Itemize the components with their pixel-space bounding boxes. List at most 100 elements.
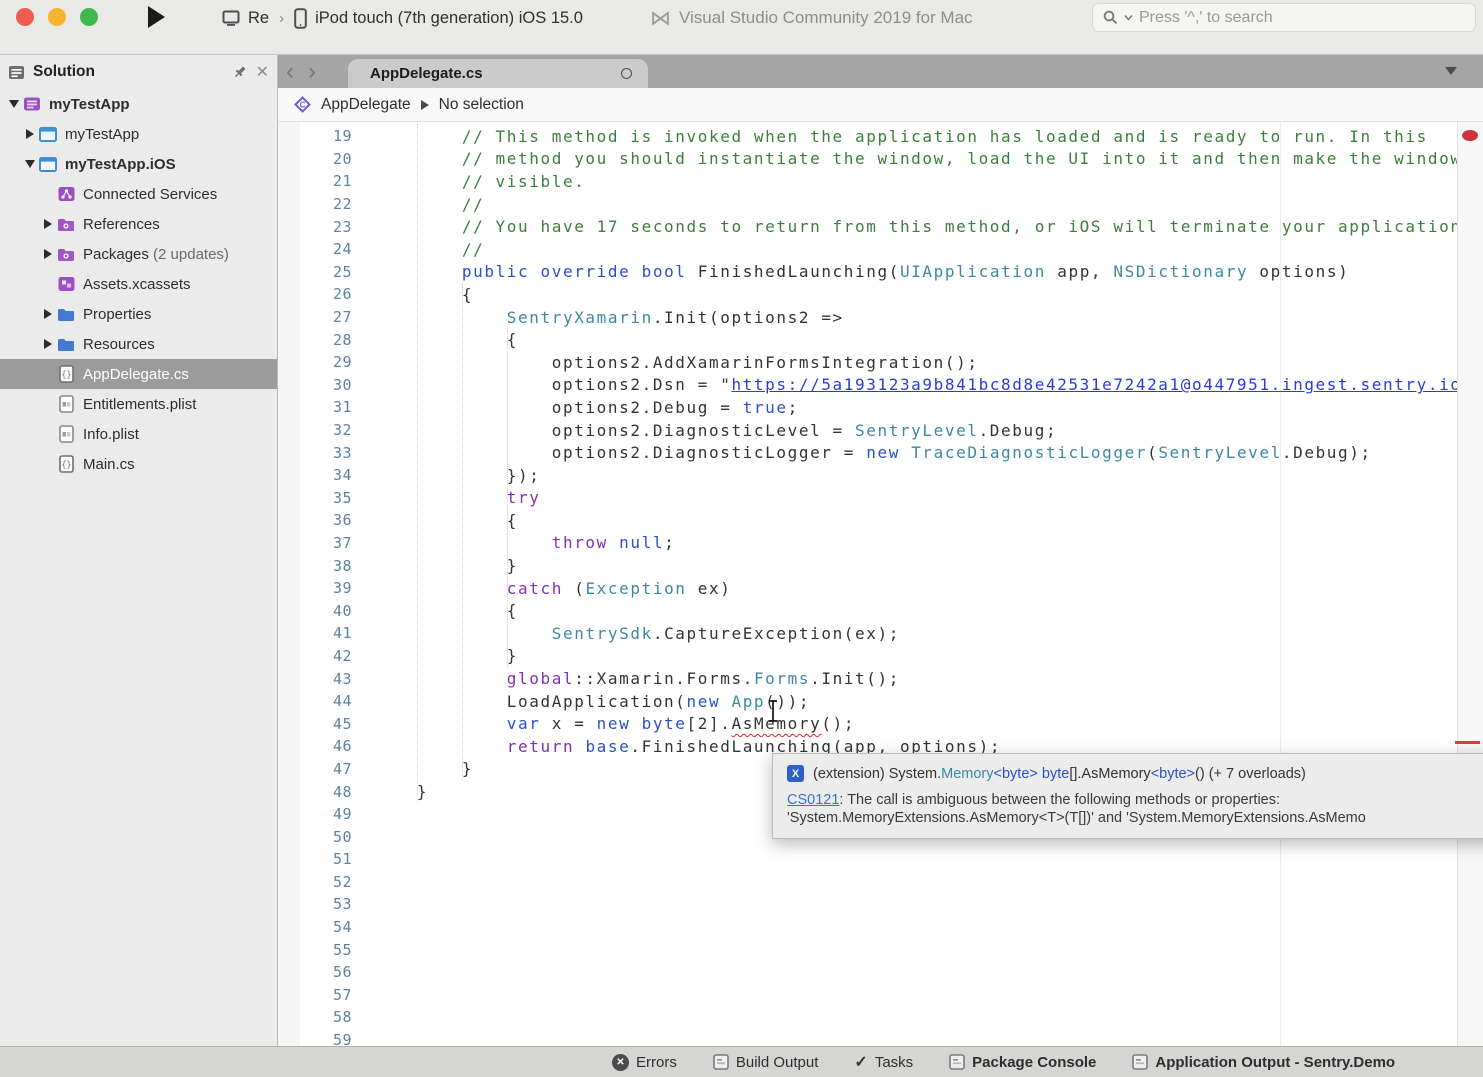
line-number[interactable]: 25: [278, 263, 352, 281]
close-window-button[interactable]: [16, 8, 34, 26]
line-number[interactable]: 20: [278, 150, 352, 168]
code-line-51[interactable]: 51: [278, 848, 1458, 871]
line-number[interactable]: 30: [278, 376, 352, 394]
disclosure-right-icon[interactable]: [22, 129, 38, 139]
navigate-forward-button[interactable]: ›: [308, 60, 316, 84]
code-line-56[interactable]: 56: [278, 961, 1458, 984]
code-line-27[interactable]: 27 SentryXamarin.Init(options2 =>: [278, 306, 1458, 329]
disclosure-down-icon[interactable]: [6, 100, 22, 108]
code-line-25[interactable]: 25 public override bool FinishedLaunchin…: [278, 261, 1458, 284]
line-number[interactable]: 31: [278, 398, 352, 416]
line-number[interactable]: 52: [278, 873, 352, 891]
code-line-45[interactable]: 45 var x = new byte[2].AsMemory();: [278, 712, 1458, 735]
line-number[interactable]: 46: [278, 737, 352, 755]
tree-item-properties[interactable]: Properties: [0, 299, 277, 329]
line-number[interactable]: 34: [278, 466, 352, 484]
code-line-32[interactable]: 32 options2.DiagnosticLevel = SentryLeve…: [278, 419, 1458, 442]
line-number[interactable]: 42: [278, 647, 352, 665]
code-line-58[interactable]: 58: [278, 1006, 1458, 1029]
bottom-tab-application-output-sentry-demo[interactable]: Application Output - Sentry.Demo: [1132, 1054, 1395, 1071]
tree-item-entitlements-plist[interactable]: Entitlements.plist: [0, 389, 277, 419]
disclosure-down-icon[interactable]: [22, 160, 38, 168]
code-line-29[interactable]: 29 options2.AddXamarinFormsIntegration()…: [278, 351, 1458, 374]
line-number[interactable]: 47: [278, 760, 352, 778]
line-number[interactable]: 41: [278, 624, 352, 642]
code-line-21[interactable]: 21 // visible.: [278, 170, 1458, 193]
run-configuration[interactable]: Re › iPod touch (7th generation) iOS 15.…: [222, 4, 583, 32]
code-line-22[interactable]: 22 //: [278, 193, 1458, 216]
disclosure-right-icon[interactable]: [40, 339, 56, 349]
line-number[interactable]: 59: [278, 1031, 352, 1046]
zoom-window-button[interactable]: [80, 8, 98, 26]
code-line-35[interactable]: 35 try: [278, 487, 1458, 510]
line-number[interactable]: 51: [278, 850, 352, 868]
tab-list-dropdown-button[interactable]: [1445, 67, 1457, 75]
code-line-30[interactable]: 30 options2.Dsn = "https://5a193123a9b84…: [278, 374, 1458, 397]
line-number[interactable]: 38: [278, 557, 352, 575]
line-number[interactable]: 45: [278, 715, 352, 733]
tree-item-mytestapp-ios[interactable]: myTestApp.iOS: [0, 149, 277, 179]
tree-item-connected-services[interactable]: Connected Services: [0, 179, 277, 209]
line-number[interactable]: 54: [278, 918, 352, 936]
tree-item-main-cs[interactable]: {}Main.cs: [0, 449, 277, 479]
code-line-55[interactable]: 55: [278, 938, 1458, 961]
tree-item-appdelegate-cs[interactable]: {}AppDelegate.cs: [0, 359, 277, 389]
line-number[interactable]: 40: [278, 602, 352, 620]
code-line-34[interactable]: 34 });: [278, 464, 1458, 487]
disclosure-right-icon[interactable]: [40, 309, 56, 319]
tree-item-assets-xcassets[interactable]: Assets.xcassets: [0, 269, 277, 299]
code-line-28[interactable]: 28 {: [278, 328, 1458, 351]
code-line-41[interactable]: 41 SentrySdk.CaptureException(ex);: [278, 622, 1458, 645]
line-number[interactable]: 39: [278, 579, 352, 597]
code-line-26[interactable]: 26 {: [278, 283, 1458, 306]
code-line-43[interactable]: 43 global::Xamarin.Forms.Forms.Init();: [278, 667, 1458, 690]
line-number[interactable]: 37: [278, 534, 352, 552]
line-number[interactable]: 29: [278, 353, 352, 371]
tab-appdelegate[interactable]: AppDelegate.cs: [348, 59, 648, 88]
minimize-window-button[interactable]: [48, 8, 66, 26]
line-number[interactable]: 21: [278, 172, 352, 190]
line-number[interactable]: 33: [278, 444, 352, 462]
bottom-tab-build-output[interactable]: Build Output: [713, 1054, 819, 1071]
line-number[interactable]: 49: [278, 805, 352, 823]
code-line-54[interactable]: 54: [278, 916, 1458, 939]
line-number[interactable]: 32: [278, 421, 352, 439]
editor-scrollbar[interactable]: [1457, 122, 1483, 1046]
line-number[interactable]: 26: [278, 285, 352, 303]
tree-item-mytestapp[interactable]: myTestApp: [0, 119, 277, 149]
code-editor[interactable]: 19 // This method is invoked when the ap…: [278, 122, 1458, 1046]
pin-pad-button[interactable]: [232, 64, 248, 80]
code-line-23[interactable]: 23 // You have 17 seconds to return from…: [278, 215, 1458, 238]
line-number[interactable]: 53: [278, 895, 352, 913]
line-number[interactable]: 57: [278, 986, 352, 1004]
tree-item-references[interactable]: References: [0, 209, 277, 239]
disclosure-right-icon[interactable]: [40, 219, 56, 229]
code-line-38[interactable]: 38 }: [278, 554, 1458, 577]
bottom-tab-errors[interactable]: ✕Errors: [612, 1054, 677, 1071]
line-number[interactable]: 22: [278, 195, 352, 213]
code-line-19[interactable]: 19 // This method is invoked when the ap…: [278, 125, 1458, 148]
line-number[interactable]: 27: [278, 308, 352, 326]
bottom-tab-package-console[interactable]: Package Console: [949, 1054, 1096, 1071]
line-number[interactable]: 56: [278, 963, 352, 981]
code-line-53[interactable]: 53: [278, 893, 1458, 916]
tree-item-info-plist[interactable]: Info.plist: [0, 419, 277, 449]
line-number[interactable]: 36: [278, 511, 352, 529]
code-line-44[interactable]: 44 LoadApplication(new App());: [278, 690, 1458, 713]
code-line-36[interactable]: 36 {: [278, 509, 1458, 532]
run-button[interactable]: [148, 6, 165, 28]
tree-item-resources[interactable]: Resources: [0, 329, 277, 359]
code-line-39[interactable]: 39 catch (Exception ex): [278, 577, 1458, 600]
dsn-url-link[interactable]: https://5a193123a9b841bc8d8e42531e7242a1…: [731, 375, 1458, 394]
line-number[interactable]: 58: [278, 1008, 352, 1026]
breadcrumb-class[interactable]: AppDelegate: [321, 96, 411, 114]
code-line-24[interactable]: 24 //: [278, 238, 1458, 261]
code-line-40[interactable]: 40 {: [278, 599, 1458, 622]
code-line-52[interactable]: 52: [278, 871, 1458, 894]
line-number[interactable]: 48: [278, 783, 352, 801]
line-number[interactable]: 19: [278, 127, 352, 145]
tree-item-mytestapp[interactable]: myTestApp: [0, 89, 277, 119]
line-number[interactable]: 35: [278, 489, 352, 507]
line-number[interactable]: 55: [278, 941, 352, 959]
code-line-57[interactable]: 57: [278, 984, 1458, 1007]
